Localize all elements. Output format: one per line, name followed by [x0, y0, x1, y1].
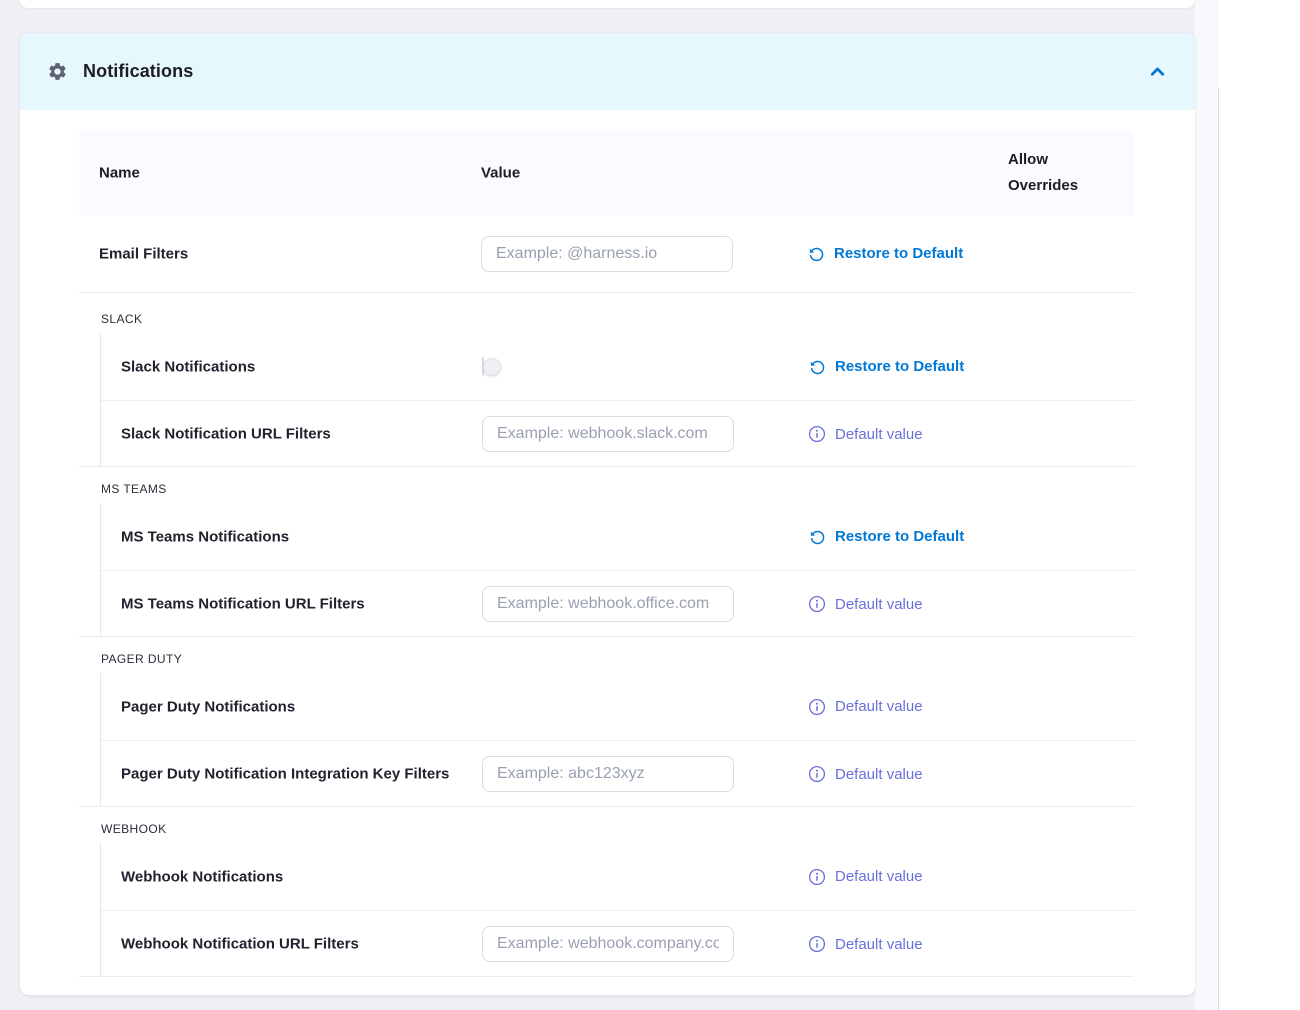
section-divider [79, 466, 1134, 467]
default-value-indicator[interactable]: Default value [808, 698, 923, 716]
pager-duty-group: Pager Duty Notifications Default value P… [100, 673, 1134, 807]
info-icon [808, 698, 826, 716]
panel-divider [1218, 88, 1219, 1010]
default-value-label: Default value [835, 426, 923, 443]
notifications-panel: Notifications Name Value Allow Overrides… [20, 33, 1195, 995]
default-value-label: Default value [835, 698, 923, 715]
row-label: MS Teams Notification URL Filters [121, 596, 365, 613]
slack-group: Slack Notifications Restore to Default S… [100, 333, 1134, 467]
ms-teams-url-filters-input[interactable] [482, 586, 734, 622]
row-label: Pager Duty Notification Integration Key … [121, 766, 449, 783]
collapse-section-button[interactable] [1146, 61, 1168, 83]
previous-section-card [20, 0, 1195, 8]
webhook-group: Webhook Notifications Default value Webh… [100, 843, 1134, 977]
default-value-label: Default value [835, 766, 923, 783]
info-icon [808, 765, 826, 783]
restore-to-default-label: Restore to Default [835, 528, 964, 545]
row-label: Webhook Notification URL Filters [121, 936, 359, 953]
default-value-indicator[interactable]: Default value [808, 595, 923, 613]
row-divider [79, 292, 1134, 293]
toggle-knob [464, 539, 480, 555]
group-label-webhook: WEBHOOK [101, 822, 166, 836]
slack-url-filters-row: Slack Notification URL Filters Default v… [101, 400, 1134, 467]
row-label: Slack Notifications [121, 358, 255, 375]
ms-teams-group: MS Teams Notifications Restore to Defaul… [100, 503, 1134, 637]
default-value-indicator[interactable]: Default value [808, 935, 923, 953]
gear-icon [47, 61, 68, 82]
side-panel [1219, 0, 1300, 1010]
default-value-label: Default value [835, 868, 923, 885]
info-icon [808, 595, 826, 613]
restore-to-default-label: Restore to Default [835, 358, 964, 375]
webhook-url-filters-input[interactable] [482, 926, 734, 962]
restore-to-default-label: Restore to Default [834, 245, 963, 262]
group-label-slack: SLACK [101, 312, 142, 326]
page-title: Notifications [83, 61, 193, 82]
column-header-value: Value [481, 164, 520, 181]
slack-notifications-toggle[interactable] [482, 357, 484, 376]
restore-icon [804, 524, 829, 549]
ms-teams-notifications-row: MS Teams Notifications Restore to Defaul… [101, 503, 1134, 570]
restore-icon [803, 241, 828, 266]
default-value-indicator[interactable]: Default value [808, 868, 923, 886]
email-filters-input[interactable] [481, 236, 733, 272]
ms-teams-url-filters-row: MS Teams Notification URL Filters Defaul… [101, 570, 1134, 637]
notifications-panel-header[interactable]: Notifications [20, 33, 1195, 110]
default-value-indicator[interactable]: Default value [808, 425, 923, 443]
row-label: Pager Duty Notifications [121, 698, 295, 715]
section-divider [79, 806, 1134, 807]
column-header-name: Name [99, 164, 140, 181]
group-label-pager-duty: PAGER DUTY [101, 652, 182, 666]
table-header-row: Name Value Allow Overrides [79, 130, 1134, 215]
column-header-allow-overrides: Allow Overrides [1008, 147, 1100, 199]
info-icon [808, 935, 826, 953]
toggle-knob [464, 879, 480, 895]
info-icon [808, 425, 826, 443]
restore-to-default-link[interactable]: Restore to Default [808, 528, 964, 546]
slack-url-filters-input[interactable] [482, 416, 734, 452]
group-label-ms-teams: MS TEAMS [101, 482, 167, 496]
row-label: Webhook Notifications [121, 868, 283, 885]
default-value-label: Default value [835, 936, 923, 953]
webhook-notifications-row: Webhook Notifications Default value [101, 843, 1134, 910]
row-label: Email Filters [99, 245, 188, 262]
email-filters-row: Email Filters Restore to Default [79, 215, 1134, 292]
row-label: Slack Notification URL Filters [121, 426, 331, 443]
restore-to-default-link[interactable]: Restore to Default [807, 245, 963, 263]
chevron-up-icon [1147, 61, 1168, 82]
default-value-label: Default value [835, 596, 923, 613]
webhook-url-filters-row: Webhook Notification URL Filters Default… [101, 910, 1134, 977]
pager-duty-integration-key-filters-input[interactable] [482, 756, 734, 792]
default-value-indicator[interactable]: Default value [808, 765, 923, 783]
info-icon [808, 868, 826, 886]
toggle-knob [483, 358, 501, 376]
row-label: MS Teams Notifications [121, 528, 289, 545]
pager-duty-key-filters-row: Pager Duty Notification Integration Key … [101, 740, 1134, 807]
slack-notifications-row: Slack Notifications Restore to Default [101, 333, 1134, 400]
pager-duty-notifications-row: Pager Duty Notifications Default value [101, 673, 1134, 740]
section-divider [79, 976, 1134, 977]
restore-to-default-link[interactable]: Restore to Default [808, 358, 964, 376]
restore-icon [804, 354, 829, 379]
section-divider [79, 636, 1134, 637]
toggle-knob [464, 709, 480, 725]
